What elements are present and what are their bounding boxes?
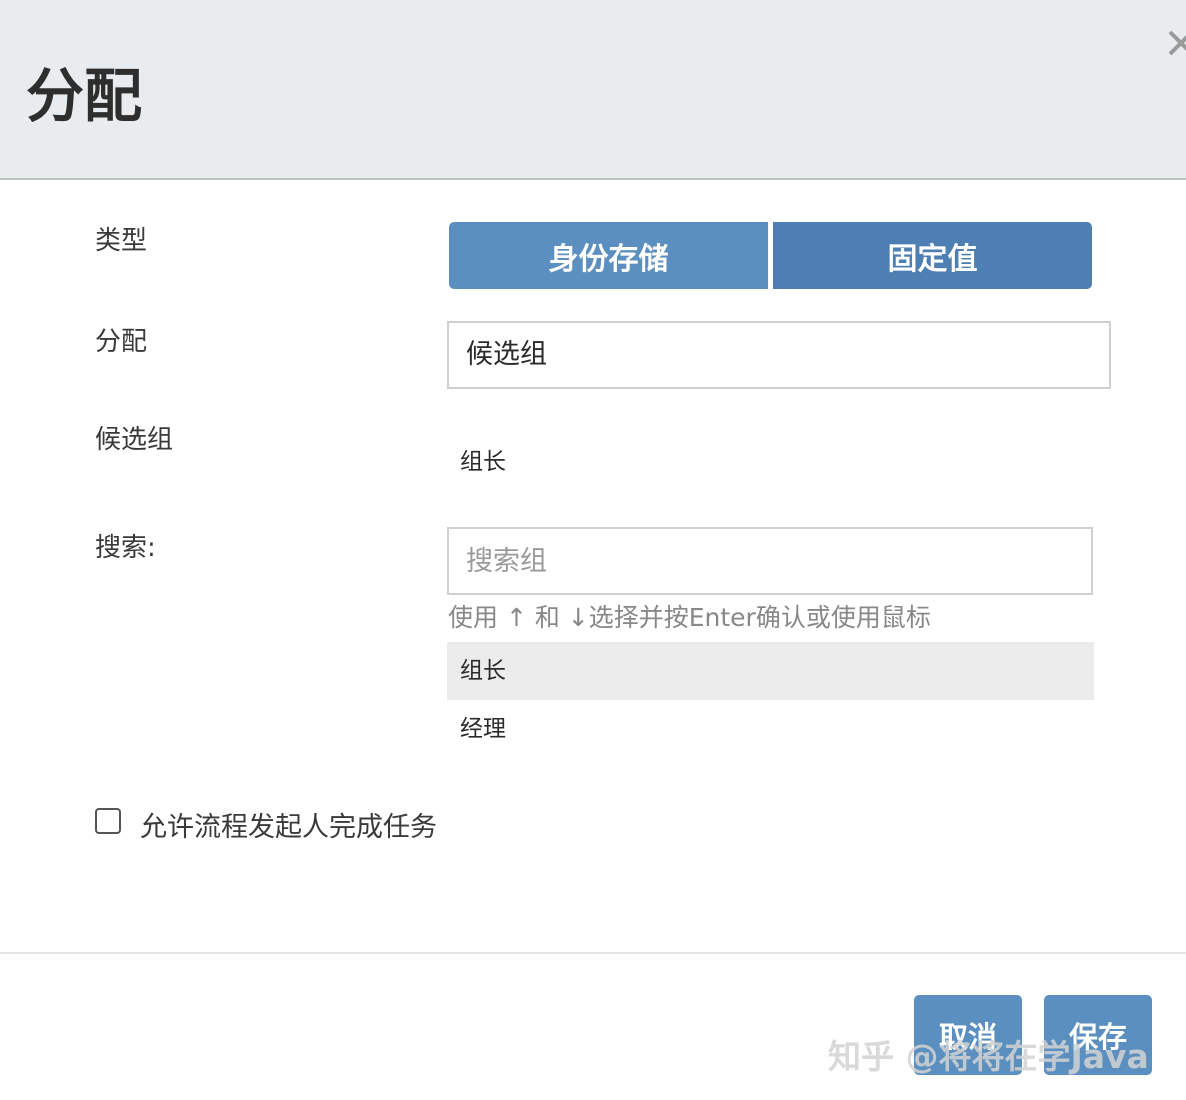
search-result-item[interactable]: 组长 [447,642,1094,700]
dialog-title: 分配 [26,62,143,130]
search-hint: 使用 ↑ 和 ↓选择并按Enter确认或使用鼠标 [448,603,931,632]
search-input[interactable] [447,527,1093,595]
allow-initiator-checkbox[interactable] [95,808,121,834]
type-option-identity-store[interactable]: 身份存储 [449,222,768,289]
search-label: 搜索: [95,533,156,563]
search-result-item[interactable]: 经理 [447,700,1094,758]
cancel-button[interactable]: 取消 [914,995,1022,1075]
dialog-header: 分配 [0,0,1186,180]
allow-initiator-label: 允许流程发起人完成任务 [140,812,437,843]
type-option-fixed-value[interactable]: 固定值 [773,222,1092,289]
close-icon[interactable] [1164,24,1186,62]
type-label: 类型 [95,226,148,256]
assign-label: 分配 [95,327,148,357]
candidate-group-value: 组长 [460,449,506,475]
footer-divider [0,952,1186,954]
save-button[interactable]: 保存 [1044,995,1152,1075]
candidate-group-label: 候选组 [95,425,174,455]
assign-select[interactable]: 候选组 [447,321,1111,389]
